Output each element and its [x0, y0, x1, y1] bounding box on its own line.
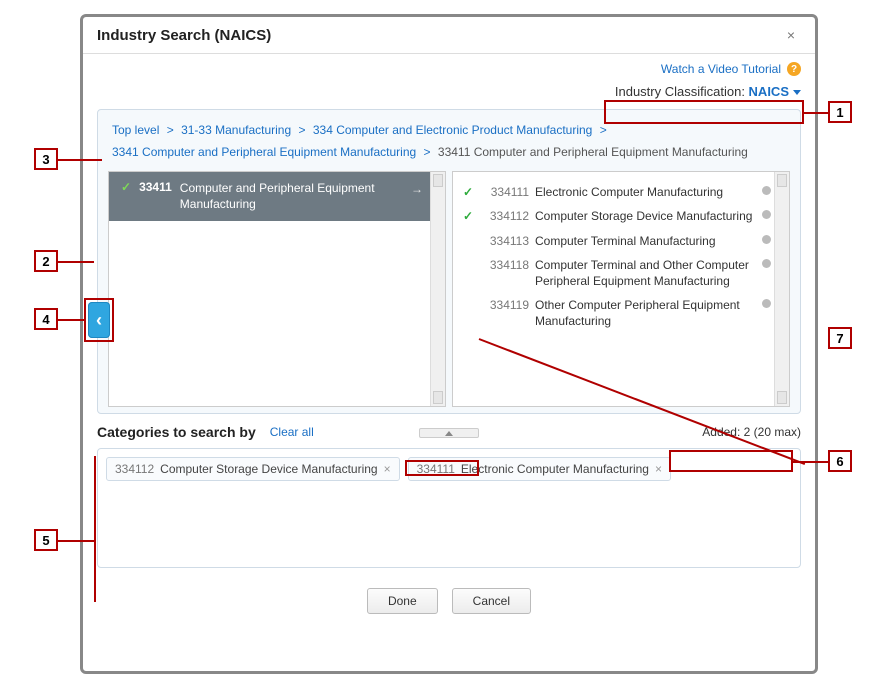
chevron-down-icon [793, 90, 801, 95]
category-columns: ✓ 33411 Computer and Peripheral Equipmen… [108, 171, 790, 407]
breadcrumb-item[interactable]: 3341 Computer and Peripheral Equipment M… [112, 145, 416, 159]
category-code: 334112 [481, 208, 529, 224]
scrollbar[interactable] [774, 172, 789, 406]
browser-panel: Top level > 31-33 Manufacturing > 334 Co… [97, 109, 801, 414]
category-label: Other Computer Peripheral Equipment Manu… [535, 297, 771, 329]
category-label: Computer and Peripheral Equipment Manufa… [180, 180, 421, 212]
category-code: 334113 [481, 233, 529, 249]
selected-categories-box: 334112 Computer Storage Device Manufactu… [97, 448, 801, 568]
remove-chip-icon[interactable]: × [384, 462, 391, 476]
left-column: ✓ 33411 Computer and Peripheral Equipmen… [108, 171, 446, 407]
category-code: 334111 [481, 184, 529, 200]
clear-all-link[interactable]: Clear all [270, 425, 314, 439]
chevron-up-icon [445, 431, 453, 436]
industry-classification-dropdown[interactable]: Industry Classification: NAICS [615, 84, 801, 99]
industry-search-dialog: Industry Search (NAICS) × Watch a Video … [80, 14, 818, 674]
collapse-handle[interactable] [419, 428, 479, 438]
selected-category-chip: 334112 Computer Storage Device Manufactu… [106, 457, 400, 481]
breadcrumb-sep: > [600, 123, 607, 137]
cancel-button[interactable]: Cancel [452, 588, 531, 614]
done-button[interactable]: Done [367, 588, 438, 614]
annotation-number: 4 [34, 308, 58, 330]
child-category-item[interactable]: 334118 Computer Terminal and Other Comput… [461, 253, 771, 293]
classification-value: NAICS [749, 84, 789, 99]
classification-row: Industry Classification: NAICS [83, 80, 815, 109]
category-code: 334119 [481, 297, 529, 313]
annotation-number: 1 [828, 101, 852, 123]
chevron-left-icon: ‹ [96, 310, 102, 331]
breadcrumb-sep: > [299, 123, 306, 137]
chip-code: 334111 [417, 462, 455, 476]
annotation-number: 2 [34, 250, 58, 272]
child-category-item[interactable]: 334119 Other Computer Peripheral Equipmen… [461, 293, 771, 333]
child-category-item[interactable]: 334113 Computer Terminal Manufacturing [461, 229, 771, 253]
child-category-item[interactable]: ✓ 334111 Electronic Computer Manufacturing [461, 180, 771, 204]
remove-chip-icon[interactable]: × [655, 462, 662, 476]
classification-label: Industry Classification: [615, 84, 749, 99]
topbar: Watch a Video Tutorial ? [83, 54, 815, 80]
close-icon[interactable]: × [781, 25, 801, 45]
category-label: Computer Storage Device Manufacturing [535, 208, 771, 224]
category-label: Electronic Computer Manufacturing [535, 184, 771, 200]
dialog-footer: Done Cancel [83, 582, 815, 626]
child-category-item[interactable]: ✓ 334112 Computer Storage Device Manufactu… [461, 204, 771, 228]
check-icon: ✓ [121, 180, 131, 194]
chip-label: Electronic Computer Manufacturing [461, 462, 649, 476]
help-icon[interactable]: ? [787, 62, 801, 76]
child-category-list: ✓ 334111 Electronic Computer Manufacturing… [453, 172, 789, 341]
category-code: 334118 [481, 257, 529, 273]
check-icon: ✓ [461, 208, 475, 224]
breadcrumb-item[interactable]: Top level [112, 123, 159, 137]
parent-category-item[interactable]: ✓ 33411 Computer and Peripheral Equipmen… [109, 172, 445, 220]
watch-tutorial-link[interactable]: Watch a Video Tutorial [661, 62, 781, 76]
annotation-number: 3 [34, 148, 58, 170]
breadcrumb-item[interactable]: 31-33 Manufacturing [181, 123, 291, 137]
breadcrumb: Top level > 31-33 Manufacturing > 334 Co… [108, 120, 790, 171]
annotation-number: 6 [828, 450, 852, 472]
scrollbar[interactable] [430, 172, 445, 406]
dialog-title: Industry Search (NAICS) [97, 27, 271, 44]
category-label: Computer Terminal Manufacturing [535, 233, 771, 249]
selected-category-chip: 334111 Electronic Computer Manufacturing… [408, 457, 671, 481]
back-button[interactable]: ‹ [88, 302, 110, 338]
chip-code: 334112 [115, 462, 154, 476]
category-toggle-dot[interactable] [762, 235, 771, 244]
categories-label: Categories to search by [97, 424, 256, 440]
breadcrumb-sep: > [167, 123, 174, 137]
added-count: Added: 2 (20 max) [702, 425, 801, 439]
chip-label: Computer Storage Device Manufacturing [160, 462, 377, 476]
right-column: ✓ 334111 Electronic Computer Manufacturing… [452, 171, 790, 407]
dialog-header: Industry Search (NAICS) × [83, 17, 815, 54]
annotation-number: 5 [34, 529, 58, 551]
categories-header: Categories to search by Clear all Added:… [83, 414, 815, 444]
breadcrumb-current: 33411 Computer and Peripheral Equipment … [438, 145, 748, 159]
breadcrumb-item[interactable]: 334 Computer and Electronic Product Manu… [313, 123, 593, 137]
category-toggle-dot[interactable] [762, 259, 771, 268]
arrow-right-icon: → [411, 182, 423, 196]
check-icon: ✓ [461, 184, 475, 200]
category-label: Computer Terminal and Other Computer Per… [535, 257, 771, 289]
category-code: 33411 [139, 180, 172, 194]
annotation-number: 7 [828, 327, 852, 349]
breadcrumb-sep: > [424, 145, 431, 159]
